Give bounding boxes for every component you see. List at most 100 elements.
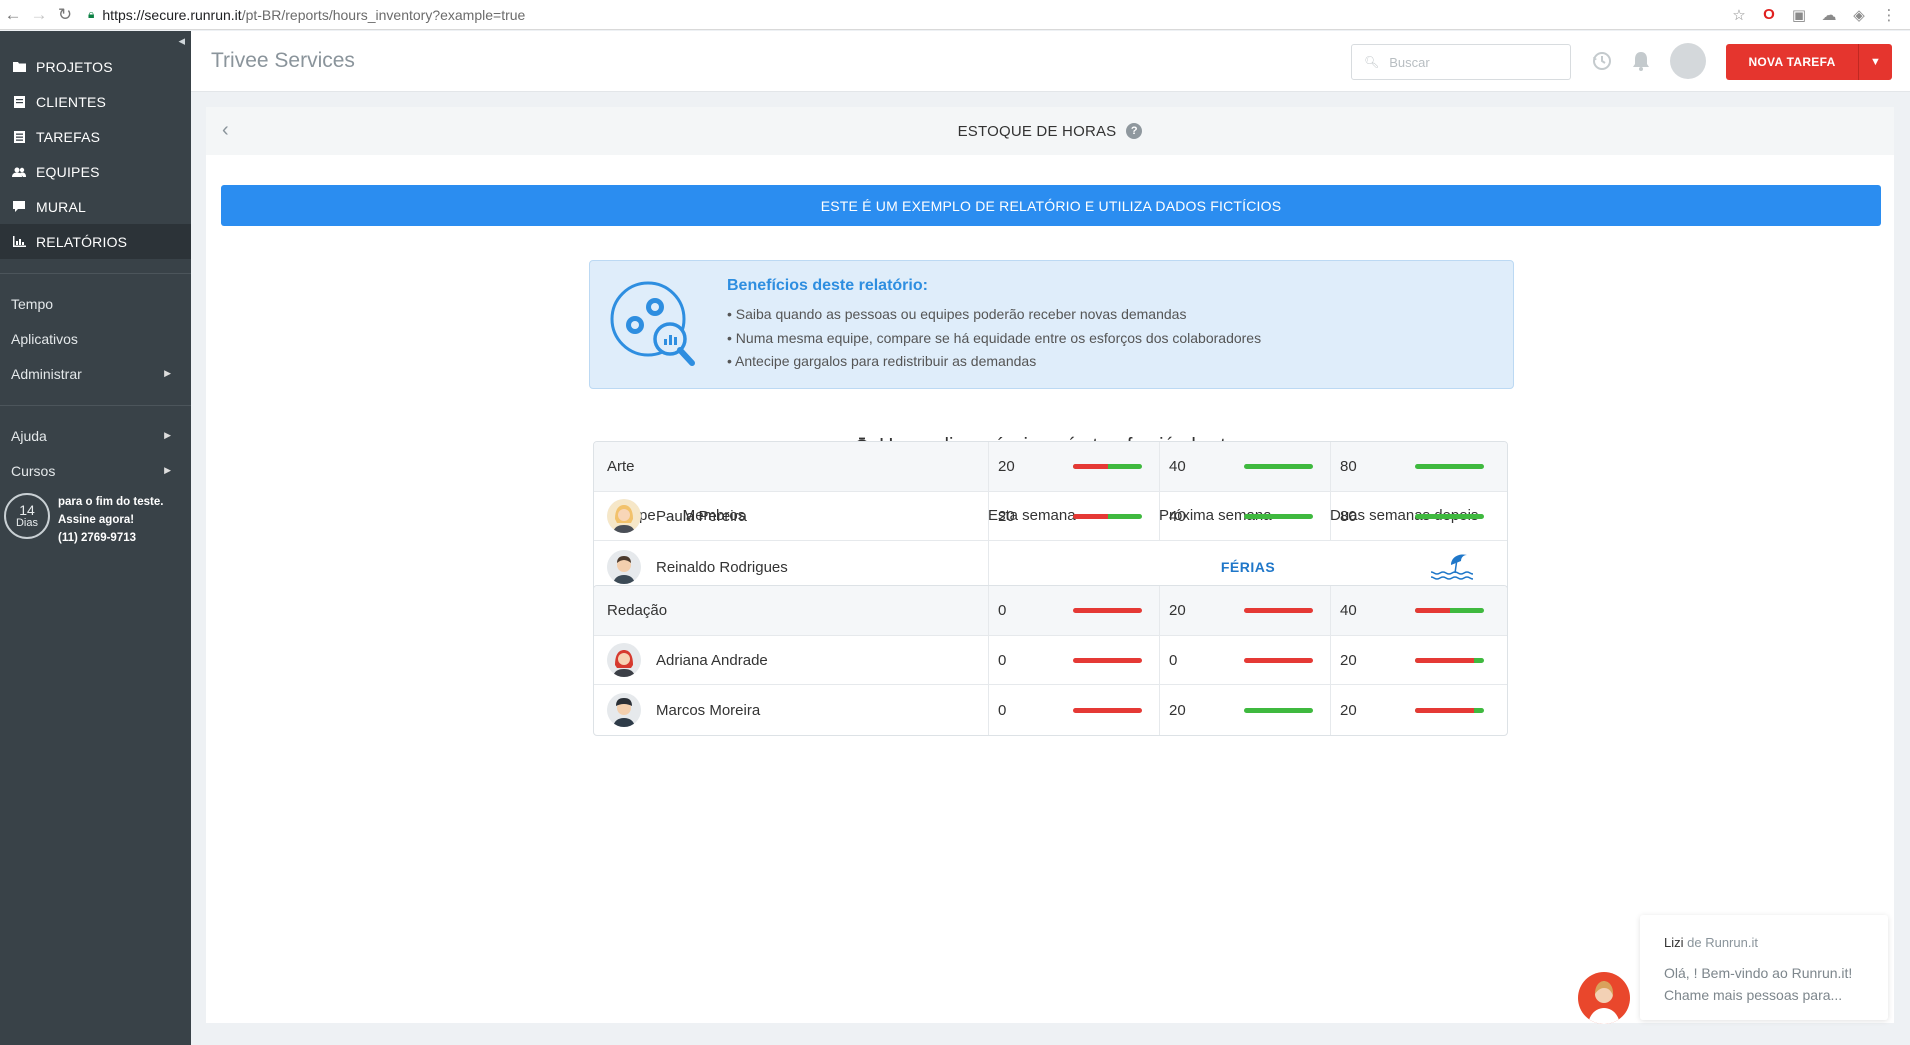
history-icon[interactable] <box>1590 49 1614 73</box>
member-row[interactable]: Paula Pereira 20 40 80 <box>594 491 1507 540</box>
cloud-extension-icon[interactable]: ☁ <box>1820 6 1838 24</box>
gears-magnifier-icon <box>608 279 700 371</box>
capacity-bar-used <box>1073 657 1142 663</box>
hours-value: 20 <box>998 507 1015 525</box>
capacity-bar-used <box>1415 608 1450 613</box>
collapse-sidebar-icon[interactable]: ◂ <box>178 33 185 49</box>
browser-toolbar: ← → ↻ 🔒︎ https://secure.runrun.it/pt-BR/… <box>0 0 1910 30</box>
week-cell: 20 <box>1331 685 1507 735</box>
notification-bell-icon[interactable] <box>1629 49 1653 73</box>
sidebar-item-tempo[interactable]: Tempo <box>0 286 191 321</box>
capacity-bar <box>1244 513 1313 519</box>
sidebar-item-label: Aplicativos <box>11 330 78 347</box>
report-title: ESTOQUE DE HORAS <box>957 122 1117 140</box>
caret-right-icon: ▶ <box>164 368 171 378</box>
sidebar-item-ajuda[interactable]: Ajuda ▶ <box>0 418 191 453</box>
dropbox-extension-icon[interactable]: ◈ <box>1850 6 1868 24</box>
chevron-down-icon[interactable]: ▼ <box>1858 44 1892 80</box>
benefit-item: • Numa mesma equipe, compare se há equid… <box>727 329 1262 346</box>
capacity-bar <box>1073 608 1142 613</box>
week-cell: 40 <box>1331 586 1507 635</box>
sidebar-item-projetos[interactable]: PROJETOS <box>0 49 191 84</box>
forward-arrow-icon[interactable]: → <box>26 5 52 25</box>
hours-value: 0 <box>998 602 1007 619</box>
sidebar-item-label: MURAL <box>36 198 87 215</box>
back-chevron-icon[interactable]: ‹ <box>222 119 229 142</box>
chat-bubble-icon <box>12 200 26 213</box>
caret-right-icon: ▶ <box>164 430 171 440</box>
team-block: Arte 20 40 80 Paula Pereira 20 40 80 Reinaldo Ro… <box>593 441 1508 594</box>
sidebar-item-aplicativos[interactable]: Aplicativos <box>0 321 191 356</box>
week-cell: 80 <box>1331 492 1507 540</box>
help-icon[interactable]: ? <box>1126 123 1143 139</box>
member-name: Marcos Moreira <box>656 701 761 719</box>
sidebar-item-label: Administrar <box>11 365 82 382</box>
hours-value: 20 <box>998 458 1015 475</box>
capacity-bar <box>1073 657 1142 663</box>
user-avatar[interactable] <box>1670 43 1706 79</box>
back-arrow-icon[interactable]: ← <box>0 5 26 25</box>
chrome-menu-icon[interactable]: ⋮ <box>1880 6 1898 24</box>
report-title-bar: ‹ ESTOQUE DE HORAS ? <box>206 107 1894 155</box>
benefit-item: • Saiba quando as pessoas ou equipes pod… <box>727 306 1187 322</box>
camera-extension-icon[interactable]: ▣ <box>1790 6 1808 24</box>
hours-value: 40 <box>1169 458 1186 475</box>
folder-icon <box>12 61 26 73</box>
opera-extension-icon[interactable]: O <box>1760 6 1778 24</box>
sidebar-item-mural[interactable]: MURAL <box>0 189 191 224</box>
capacity-bar <box>1415 707 1484 713</box>
app-header: Trivee Services 🔍︎ Buscar NOVA TAREFA ▼ <box>191 31 1910 92</box>
bar-chart-icon <box>12 236 26 248</box>
trial-notice[interactable]: 14 Dias para o fim do teste. Assine agor… <box>0 493 191 547</box>
sidebar-item-equipes[interactable]: EQUIPES <box>0 154 191 189</box>
sidebar-item-label: PROJETOS <box>36 58 113 75</box>
week-cell: 20 <box>989 492 1160 540</box>
member-cell: Adriana Andrade <box>594 636 989 684</box>
capacity-bar-used <box>1073 513 1108 519</box>
week-cell: 20 <box>1160 685 1331 735</box>
member-name: Reinaldo Rodrigues <box>656 558 788 576</box>
main-nav: PROJETOS CLIENTES TAREFAS EQUIPES MURAL RELAT… <box>0 49 191 488</box>
benefits-list: • Saiba quando as pessoas ou equipes pod… <box>727 303 1261 374</box>
avatar <box>607 499 641 533</box>
avatar <box>607 693 641 727</box>
week-cell: 20 <box>1160 586 1331 635</box>
sidebar-item-label: TAREFAS <box>36 128 101 145</box>
hours-value: 80 <box>1340 458 1357 475</box>
trial-line-1: para o fim do teste. <box>58 496 164 508</box>
new-task-label: NOVA TAREFA <box>1748 55 1836 69</box>
search-input[interactable]: 🔍︎ Buscar <box>1351 44 1571 80</box>
week-cell: 0 <box>989 685 1160 735</box>
chat-popup[interactable]: Lizi de Runrun.it Olá, ! Bem-vindo ao Ru… <box>1640 915 1888 1020</box>
divider <box>0 405 191 406</box>
bookmark-star-icon[interactable]: ☆ <box>1730 6 1748 24</box>
trial-days-label: Dias <box>15 516 38 529</box>
capacity-bar <box>1244 707 1313 713</box>
team-row[interactable]: Redação 0 20 40 <box>594 586 1507 635</box>
new-task-button[interactable]: NOVA TAREFA ▼ <box>1726 44 1892 80</box>
member-cell: Marcos Moreira <box>594 685 989 735</box>
chat-agent-avatar[interactable] <box>1578 972 1630 1024</box>
capacity-bar-used <box>1073 707 1142 713</box>
benefits-box: Benefícios deste relatório: • Saiba quan… <box>589 260 1514 389</box>
sidebar-item-relatorios[interactable]: RELATÓRIOS <box>0 224 191 259</box>
sidebar-item-label: Tempo <box>11 295 54 312</box>
reload-icon[interactable]: ↻ <box>52 5 78 25</box>
member-row[interactable]: Adriana Andrade 0 0 20 <box>594 635 1507 684</box>
sidebar: ◂ PROJETOS CLIENTES TAREFAS EQUIPES MURAL REL… <box>0 31 191 1045</box>
capacity-bar <box>1244 464 1313 469</box>
sidebar-item-tarefas[interactable]: TAREFAS <box>0 119 191 154</box>
sidebar-item-administrar[interactable]: Administrar ▶ <box>0 356 191 391</box>
team-row[interactable]: Arte 20 40 80 <box>594 442 1507 491</box>
member-row[interactable]: Marcos Moreira 0 20 20 <box>594 684 1507 735</box>
sidebar-item-clientes[interactable]: CLIENTES <box>0 84 191 119</box>
capacity-bar <box>1073 464 1142 469</box>
capacity-bar-used <box>1415 707 1474 713</box>
address-bar[interactable]: 🔒︎ https://secure.runrun.it/pt-BR/report… <box>88 3 1730 27</box>
subscribe-link[interactable]: Assine agora! <box>58 511 163 529</box>
chat-sender: Lizi de Runrun.it <box>1664 935 1758 950</box>
sidebar-item-cursos[interactable]: Cursos ▶ <box>0 453 191 488</box>
caret-right-icon: ▶ <box>164 465 171 475</box>
hours-value: 20 <box>1169 602 1186 619</box>
capacity-bar-used <box>1244 657 1313 663</box>
